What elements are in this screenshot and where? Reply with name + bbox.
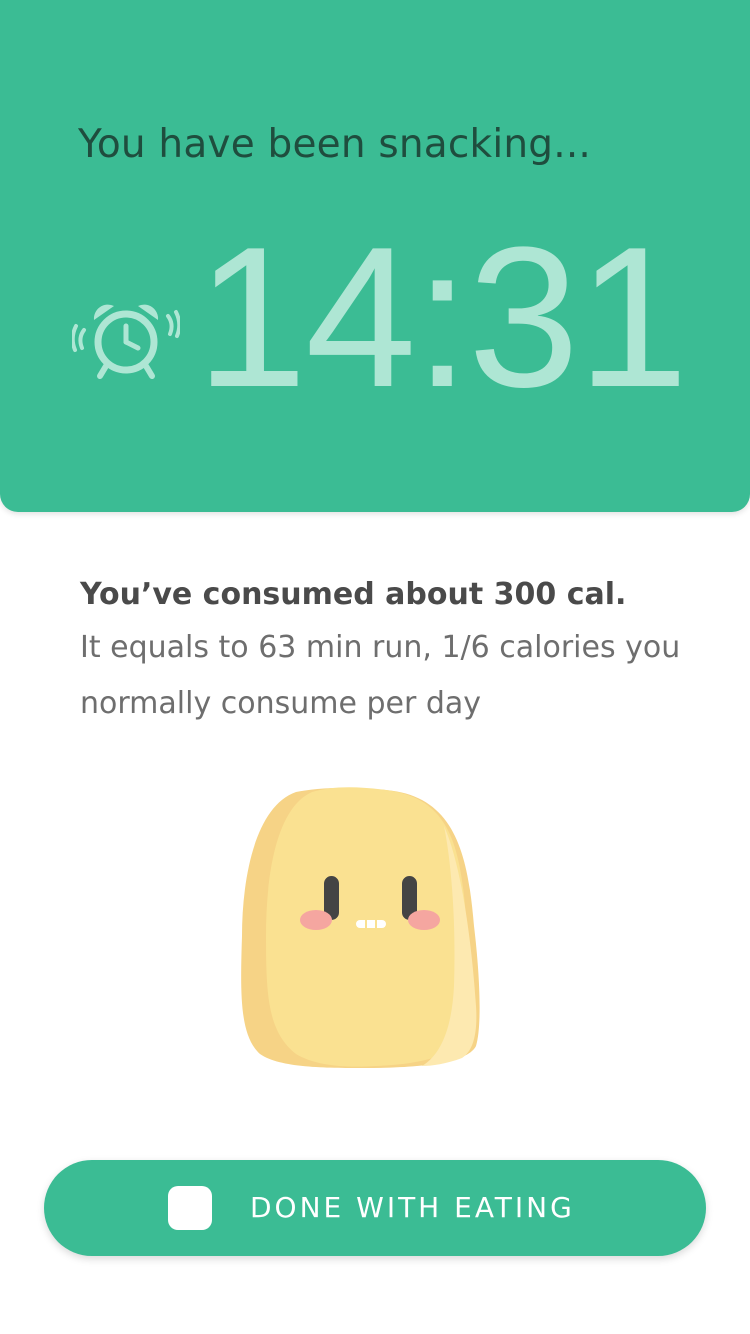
- done-with-eating-button[interactable]: DONE WITH EATING: [44, 1160, 706, 1256]
- checkbox-icon: [168, 1186, 212, 1230]
- header-title: You have been snacking...: [78, 122, 592, 167]
- timer-header-panel: You have been snacking... 14:31: [0, 0, 750, 512]
- snacking-timer-screen: You have been snacking... 14:31 You’ve c…: [0, 0, 750, 1334]
- calorie-summary: You’ve consumed about 300 cal. It equals…: [80, 572, 690, 732]
- alarm-clock-icon: [72, 304, 180, 379]
- done-button-label: DONE WITH EATING: [250, 1191, 575, 1224]
- calorie-headline: You’ve consumed about 300 cal.: [80, 577, 627, 612]
- calorie-equivalence-text: It equals to 63 min run, 1/6 calories yo…: [80, 630, 681, 721]
- potato-mascot-illustration: [241, 787, 480, 1068]
- elapsed-time-display: 14:31: [196, 206, 688, 429]
